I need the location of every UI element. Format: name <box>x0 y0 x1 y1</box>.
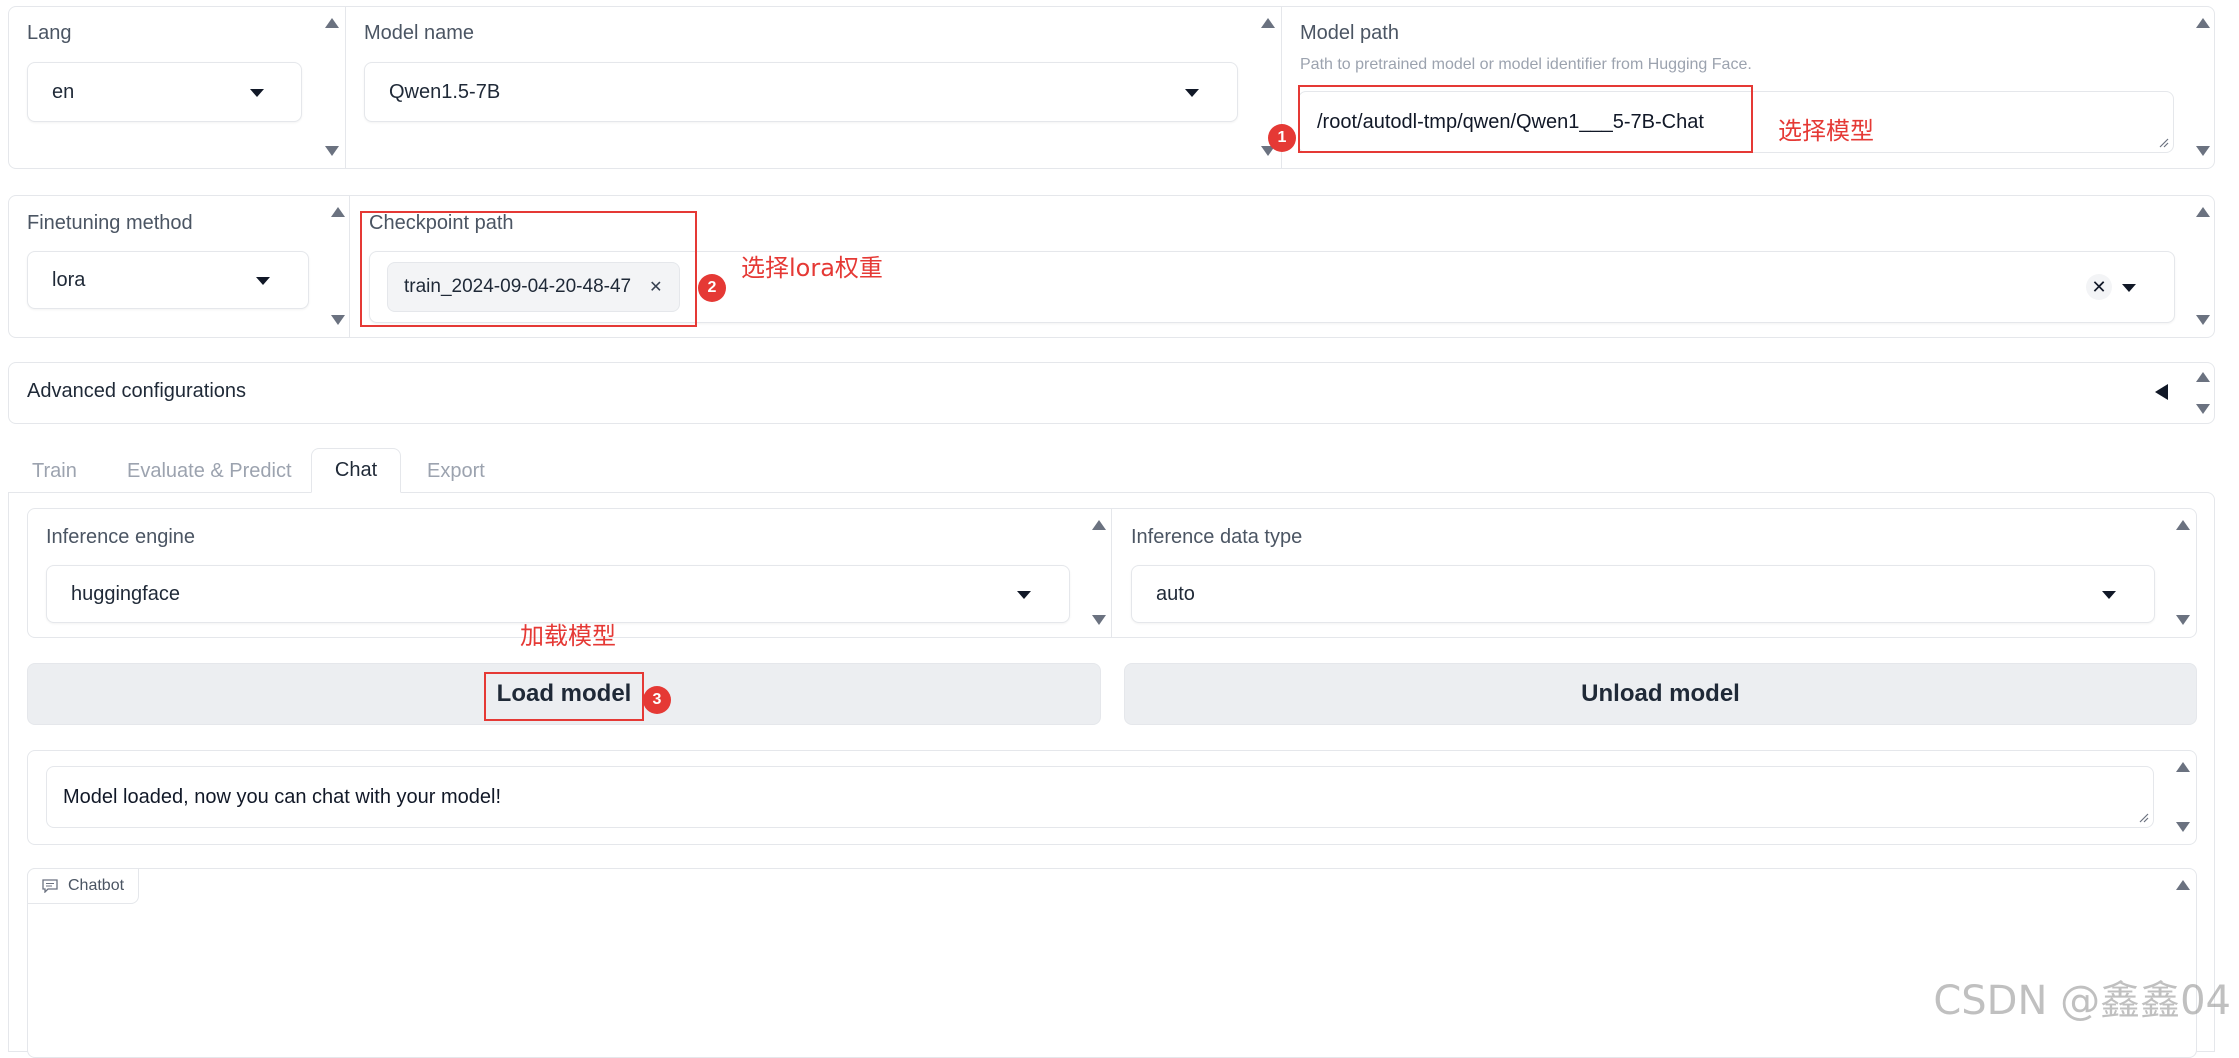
scroll-down-icon[interactable] <box>2176 615 2190 625</box>
annotation-box-checkpoint <box>360 211 697 327</box>
annotation-text-2: 选择lora权重 <box>741 254 883 282</box>
finetuning-method-select[interactable]: lora <box>27 251 309 309</box>
tab-train[interactable]: Train <box>32 460 77 483</box>
chevron-down-icon <box>250 89 264 97</box>
scroll-down-icon[interactable] <box>331 315 345 325</box>
inference-divider <box>1111 508 1112 638</box>
chevron-down-icon <box>2122 284 2136 292</box>
scroll-down-icon[interactable] <box>2176 822 2190 832</box>
lang-label: Lang <box>27 22 72 44</box>
checkpoint-divider <box>349 195 350 338</box>
scroll-down-icon[interactable] <box>325 146 339 156</box>
scroll-up-icon[interactable] <box>2196 18 2210 28</box>
model-name-select[interactable]: Qwen1.5-7B <box>364 62 1238 122</box>
scroll-down-icon[interactable] <box>1092 615 1106 625</box>
advanced-configurations-label: Advanced configurations <box>27 380 247 402</box>
model-name-block <box>345 6 346 169</box>
annotation-text-1: 选择模型 <box>1778 117 1874 145</box>
accordion-toggle-icon[interactable] <box>2155 384 2168 400</box>
annotation-badge-2: 2 <box>698 274 726 302</box>
scroll-up-icon[interactable] <box>2176 520 2190 530</box>
model-path-info: Path to pretrained model or model identi… <box>1300 56 1752 73</box>
inference-dtype-label: Inference data type <box>1131 526 1303 548</box>
unload-model-button[interactable]: Unload model <box>1124 663 2197 725</box>
annotation-badge-3: 3 <box>643 686 671 714</box>
scroll-down-icon[interactable] <box>2196 146 2210 156</box>
scroll-up-icon[interactable] <box>1261 18 1275 28</box>
lang-value: en <box>52 80 75 103</box>
inference-engine-select[interactable]: huggingface <box>46 565 1070 623</box>
chevron-down-icon <box>1185 89 1199 97</box>
annotation-box-model-path <box>1298 85 1753 153</box>
info-box-output[interactable]: Model loaded, now you can chat with your… <box>46 766 1156 828</box>
watermark: CSDN @鑫鑫04 <box>1933 978 2231 1024</box>
inference-engine-value: huggingface <box>71 582 180 605</box>
scroll-up-icon[interactable] <box>1092 520 1106 530</box>
inference-engine-label: Inference engine <box>46 526 196 548</box>
scroll-down-icon[interactable] <box>2196 404 2210 414</box>
scroll-down-icon[interactable] <box>2196 315 2210 325</box>
tab-chat-label: Chat <box>334 459 378 481</box>
finetuning-method-value: lora <box>52 268 86 291</box>
clear-icon[interactable]: ✕ <box>2086 274 2112 300</box>
scroll-up-icon[interactable] <box>2196 372 2210 382</box>
resize-handle-icon[interactable] <box>2137 811 2149 823</box>
resize-handle-icon[interactable] <box>2157 136 2169 148</box>
finetuning-method-label: Finetuning method <box>27 212 193 234</box>
annotation-box-load-model <box>484 672 644 721</box>
advanced-configurations-accordion[interactable] <box>8 362 2215 424</box>
scroll-up-icon[interactable] <box>2176 762 2190 772</box>
model-name-value: Qwen1.5-7B <box>389 80 501 103</box>
scroll-up-icon[interactable] <box>325 18 339 28</box>
lang-select[interactable]: en <box>27 62 302 122</box>
inference-dtype-value: auto <box>1156 582 1195 605</box>
scroll-up-icon[interactable] <box>2176 880 2190 890</box>
scroll-up-icon[interactable] <box>331 207 345 217</box>
tab-chat-active[interactable]: Chat <box>311 448 401 493</box>
annotation-text-3: 加载模型 <box>520 622 616 650</box>
tab-evaluate-predict[interactable]: Evaluate & Predict <box>127 460 292 483</box>
chevron-down-icon <box>1017 591 1031 599</box>
chatbot-panel <box>27 868 2197 1058</box>
chatbot-label: Chatbot <box>68 877 125 894</box>
chevron-down-icon <box>256 277 270 285</box>
scroll-up-icon[interactable] <box>2196 207 2210 217</box>
chatbot-label-tag: Chatbot <box>27 868 140 904</box>
chat-bubble-icon <box>42 879 58 893</box>
info-box-text: Model loaded, now you can chat with your… <box>63 785 502 808</box>
inference-dtype-select[interactable]: auto <box>1131 565 2155 623</box>
info-box-field-extension <box>1150 766 2154 828</box>
chevron-down-icon <box>2102 591 2116 599</box>
model-name-label: Model name <box>364 22 475 44</box>
model-path-label: Model path <box>1300 22 1399 44</box>
tab-export[interactable]: Export <box>427 460 485 483</box>
unload-model-label: Unload model <box>1581 680 1740 707</box>
annotation-badge-1: 1 <box>1268 124 1296 152</box>
